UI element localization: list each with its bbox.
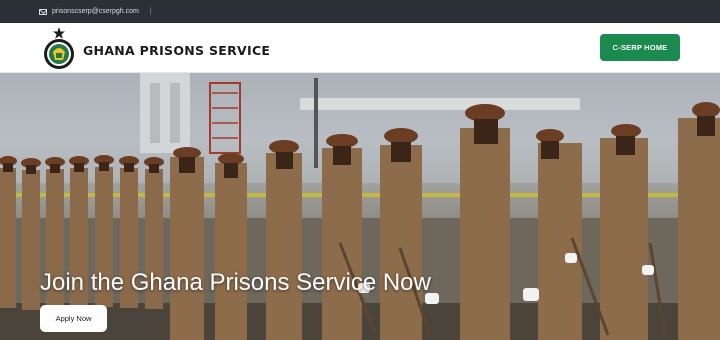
ghana-prisons-crest-icon[interactable]: [41, 26, 77, 70]
hero-photo-illustration: [0, 73, 720, 340]
contact-email-text: prisonscserp@cserpgh.com: [52, 8, 139, 15]
brand-name[interactable]: GHANA PRISONS SERVICE: [83, 43, 270, 58]
site-header: GHANA PRISONS SERVICE C-SERP HOME: [0, 23, 720, 73]
hero-title: Join the Ghana Prisons Service Now: [40, 269, 431, 296]
hero-banner: Join the Ghana Prisons Service Now Apply…: [0, 73, 720, 340]
cserp-home-button[interactable]: C-SERP HOME: [600, 34, 680, 61]
apply-now-button[interactable]: Apply Now: [40, 305, 107, 332]
top-info-bar: prisonscserp@cserpgh.com |: [0, 0, 720, 23]
mail-icon: [39, 8, 47, 15]
contact-email-link[interactable]: prisonscserp@cserpgh.com: [39, 8, 139, 15]
topbar-separator: |: [149, 8, 152, 15]
